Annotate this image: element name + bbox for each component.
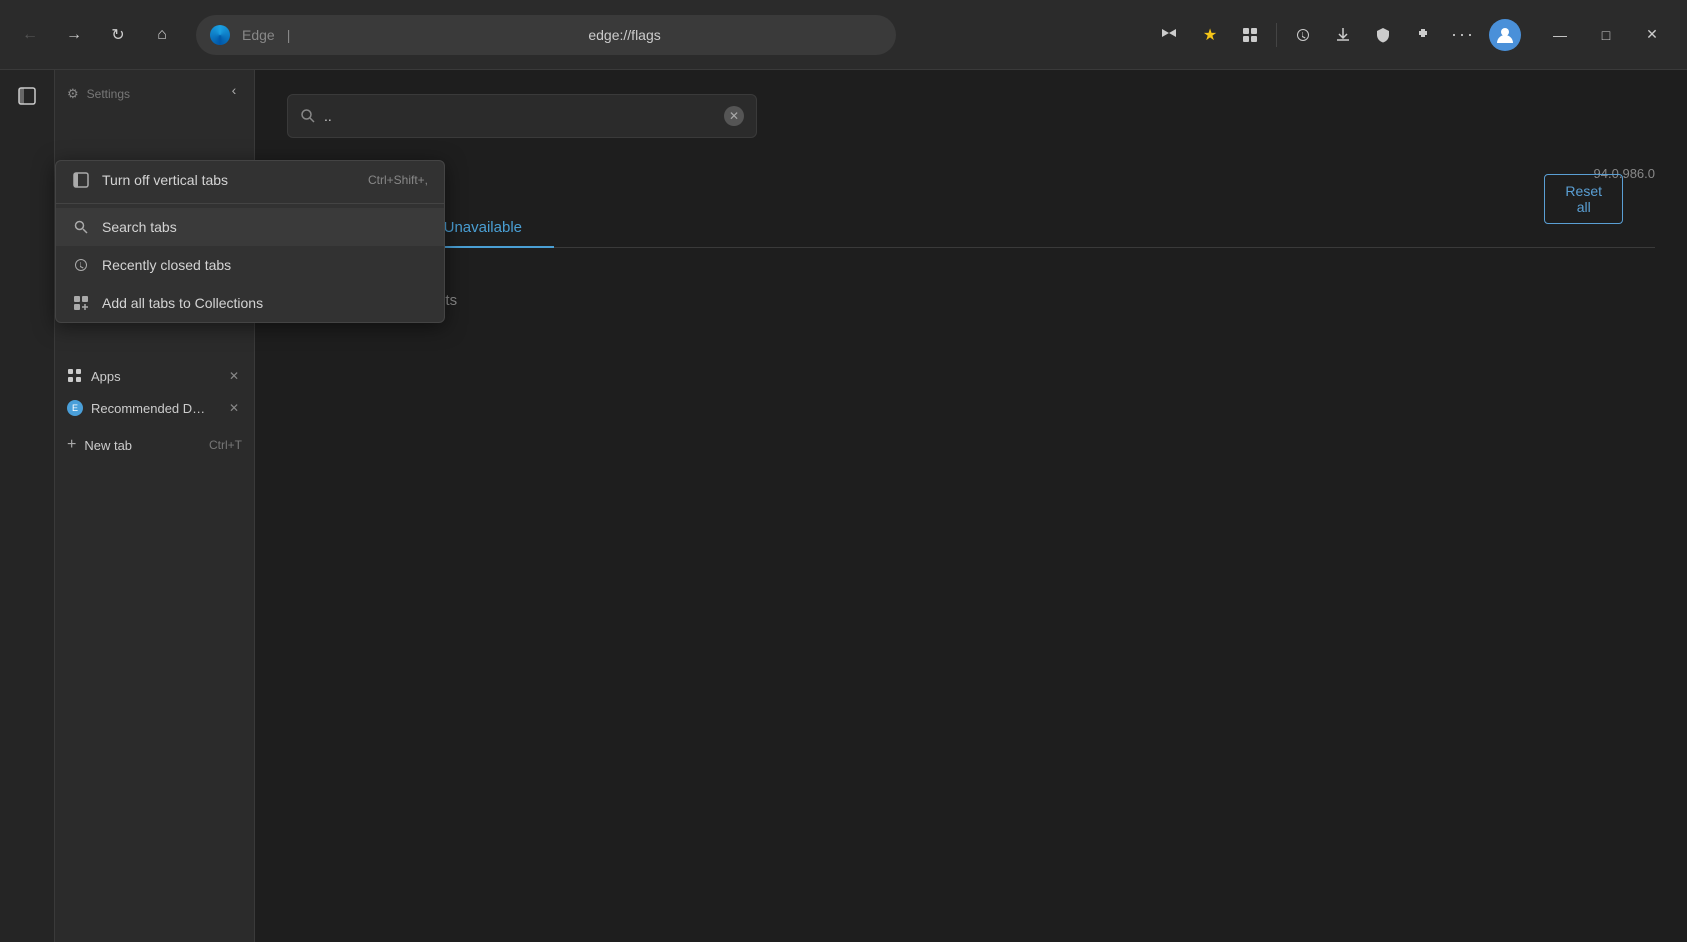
vertical-tabs-icon — [72, 171, 90, 189]
add-all-tabs-item[interactable]: Add all tabs to Collections — [56, 284, 444, 322]
minimize-button[interactable]: — — [1537, 15, 1583, 55]
home-icon: ⌂ — [157, 26, 167, 44]
more-icon: ··· — [1451, 24, 1475, 45]
collections-icon — [1242, 27, 1258, 43]
forward-button[interactable]: → — [56, 17, 92, 53]
tabs-container: Available Unavailable — [287, 209, 1655, 248]
address-bar[interactable]: Edge | edge://flags — [196, 15, 896, 55]
reset-all-label: Reset all — [1565, 183, 1602, 215]
apps-close-button[interactable]: ✕ — [226, 368, 242, 384]
new-tab-plus-icon: + — [67, 436, 76, 454]
close-icon: ✕ — [1646, 26, 1658, 43]
search-clear-icon: ✕ — [729, 109, 739, 123]
tab-panel: ‹ ⚙ Settings Turn off vertical tabs Ctrl… — [55, 70, 255, 942]
maximize-icon: □ — [1602, 27, 1610, 43]
add-to-collections-icon — [72, 294, 90, 312]
search-tabs-label: Search tabs — [102, 219, 428, 235]
extensions-button[interactable] — [1405, 17, 1441, 53]
reset-all-button[interactable]: Reset all — [1544, 174, 1623, 224]
search-clear-button[interactable]: ✕ — [724, 106, 744, 126]
forward-icon: → — [66, 26, 82, 44]
back-button[interactable]: ← — [12, 17, 48, 53]
downloads-button[interactable] — [1325, 17, 1361, 53]
search-tabs-icon — [72, 218, 90, 236]
download-icon — [1335, 27, 1351, 43]
refresh-button[interactable]: ↻ — [100, 17, 136, 53]
profile-icon — [1495, 25, 1515, 45]
shield-button[interactable] — [1365, 17, 1401, 53]
experiments-header: Experiments 94.0.986.0 — [287, 158, 1655, 189]
divider — [1276, 23, 1277, 47]
back-icon: ← — [22, 26, 38, 44]
search-tabs-item[interactable]: Search tabs — [56, 208, 444, 246]
content-area: Reset all ✕ Experiments 94.0.986.0 Avail… — [255, 70, 1687, 942]
profile-avatar[interactable] — [1489, 19, 1521, 51]
recommended-tab-item[interactable]: E Recommended D… ✕ — [55, 392, 254, 424]
recommended-tab-title: Recommended D… — [91, 401, 218, 416]
apps-close-icon: ✕ — [229, 369, 239, 383]
new-tab-button[interactable]: + New tab Ctrl+T — [55, 428, 254, 462]
recommended-close-icon: ✕ — [229, 401, 239, 415]
address-text: | — [287, 27, 581, 43]
window-controls: — □ ✕ — [1537, 15, 1675, 55]
collapse-button[interactable]: ‹ — [222, 78, 246, 102]
titlebar: ← → ↻ ⌂ Edge | edge://flags ★ — [0, 0, 1687, 70]
browser-name-label: Edge — [242, 27, 275, 43]
add-all-tabs-label: Add all tabs to Collections — [102, 295, 428, 311]
tab-panel-toggle[interactable] — [9, 78, 45, 114]
recently-closed-icon — [72, 256, 90, 274]
apps-tab-title: Apps — [91, 369, 218, 384]
recommended-close-button[interactable]: ✕ — [226, 400, 242, 416]
share-icon — [1162, 27, 1178, 43]
new-tab-shortcut: Ctrl+T — [209, 438, 242, 452]
toolbar-icons: ★ ··· — [1152, 17, 1521, 53]
search-input[interactable] — [324, 108, 716, 124]
edge-logo-icon — [210, 25, 230, 45]
collapse-icon: ‹ — [232, 82, 237, 98]
refresh-icon: ↻ — [111, 25, 124, 45]
turn-off-vertical-tabs-item[interactable]: Turn off vertical tabs Ctrl+Shift+, — [56, 161, 444, 199]
search-bar[interactable]: ✕ — [287, 94, 757, 138]
home-button[interactable]: ⌂ — [144, 17, 180, 53]
sidebar — [0, 70, 55, 942]
turn-off-shortcut: Ctrl+Shift+, — [368, 173, 428, 187]
apps-tab-item[interactable]: Apps ✕ — [55, 360, 254, 392]
shield-icon — [1375, 27, 1391, 43]
url-text: edge://flags — [588, 27, 882, 43]
recommended-favicon: E — [67, 400, 83, 416]
extensions-icon — [1415, 27, 1431, 43]
no-matching-text: No matching experiments — [287, 276, 1655, 325]
context-menu: Turn off vertical tabs Ctrl+Shift+, Sear… — [55, 160, 445, 323]
tab-unavailable-label: Unavailable — [444, 219, 522, 236]
share-button[interactable] — [1152, 17, 1188, 53]
more-button[interactable]: ··· — [1445, 17, 1481, 53]
close-button[interactable]: ✕ — [1629, 15, 1675, 55]
history-button[interactable] — [1285, 17, 1321, 53]
maximize-button[interactable]: □ — [1583, 15, 1629, 55]
turn-off-vertical-tabs-label: Turn off vertical tabs — [102, 172, 356, 188]
menu-divider-1 — [56, 203, 444, 204]
settings-favicon: ⚙ — [67, 86, 79, 102]
settings-tab-title: Settings — [87, 87, 130, 101]
tab-panel-icon — [18, 87, 36, 105]
main-layout: ‹ ⚙ Settings Turn off vertical tabs Ctrl… — [0, 70, 1687, 942]
recently-closed-label: Recently closed tabs — [102, 257, 428, 273]
recently-closed-item[interactable]: Recently closed tabs — [56, 246, 444, 284]
star-icon: ★ — [1203, 25, 1217, 45]
apps-icon — [67, 368, 83, 384]
new-tab-label: New tab — [84, 438, 132, 453]
search-input-icon — [300, 108, 316, 124]
collections-button[interactable] — [1232, 17, 1268, 53]
favorites-button[interactable]: ★ — [1192, 17, 1228, 53]
history-icon — [1295, 27, 1311, 43]
minimize-icon: — — [1553, 27, 1567, 43]
